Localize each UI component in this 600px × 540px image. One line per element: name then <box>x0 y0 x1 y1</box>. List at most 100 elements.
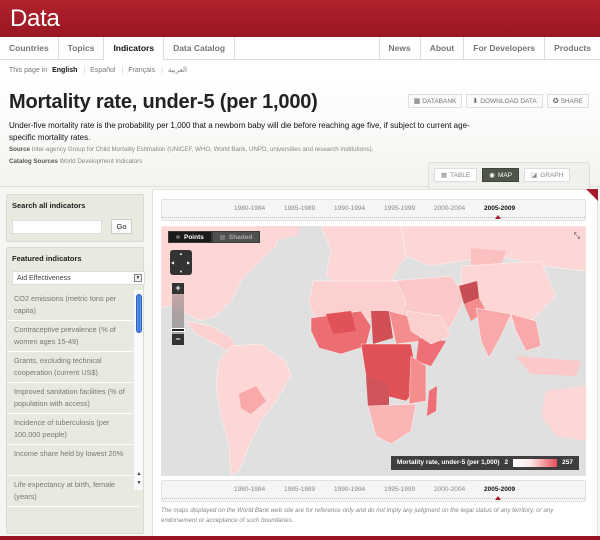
nav-products[interactable]: Products <box>544 37 600 60</box>
map-legend: Mortality rate, under-5 (per 1,000) 2 25… <box>390 456 579 470</box>
tab-table[interactable]: ▦ TABLE <box>434 168 478 182</box>
collapse-corner-button[interactable] <box>586 189 598 201</box>
timeline-marker[interactable] <box>495 215 501 219</box>
timeline-marker[interactable] <box>495 496 501 500</box>
search-title: Search all indicators <box>12 201 86 210</box>
zoom-slider[interactable] <box>171 294 185 334</box>
list-item[interactable]: CO2 emissions (metric tons per capita) <box>7 290 139 321</box>
top-banner: Data <box>0 0 600 37</box>
search-panel: Search all indicators Go <box>6 194 144 242</box>
zoom-out-button[interactable]: − <box>172 334 184 345</box>
catalog-link[interactable]: World Development Indicators <box>60 158 143 165</box>
period-1995-1999[interactable]: 1995-1999 <box>384 486 415 493</box>
pan-right-icon[interactable]: ▶ <box>187 260 190 265</box>
period-1985-1989[interactable]: 1985-1989 <box>284 205 315 212</box>
radio-dot-icon <box>176 235 180 240</box>
map-disclaimer: The maps displayed on the World Bank web… <box>161 507 554 524</box>
region-southeast-asia <box>510 313 542 352</box>
databank-button[interactable]: ▦ DATABANK <box>407 94 463 108</box>
legend-title: Mortality rate, under-5 (per 1,000) <box>396 459 500 466</box>
indicator-description: Under-five mortality rate is the probabi… <box>9 121 470 142</box>
pan-control[interactable]: ▲ ◀ ▶ ▼ <box>170 250 192 275</box>
timeline-bottom[interactable]: 1980-1984 1985-1989 1990-1994 1995-1999 … <box>161 480 586 502</box>
nav-about[interactable]: About <box>419 37 464 60</box>
list-item[interactable]: Improved sanitation facilities (% of pop… <box>7 383 139 414</box>
fullscreen-icon[interactable]: ⤡ <box>574 231 580 241</box>
zoom-control: + − <box>171 283 185 345</box>
chevron-down-icon: ▼ <box>134 274 142 282</box>
tab-graph[interactable]: ◪ GRAPH <box>524 168 571 182</box>
period-2000-2004[interactable]: 2000-2004 <box>434 205 465 212</box>
featured-title: Featured indicators <box>12 254 82 263</box>
databank-icon: ▦ <box>413 98 421 105</box>
nav-for-developers[interactable]: For Developers <box>463 37 544 60</box>
legend-max: 257 <box>562 459 573 466</box>
table-icon: ▦ <box>441 172 448 179</box>
indicator-search-input[interactable] <box>12 219 102 234</box>
page-title: Mortality rate, under-5 (per 1,000) <box>9 91 318 113</box>
nav-countries[interactable]: Countries <box>0 37 59 60</box>
source-line: Source Inter-agency Group for Child Mort… <box>9 146 374 153</box>
period-1980-1984[interactable]: 1980-1984 <box>234 486 265 493</box>
period-1990-1994[interactable]: 1990-1994 <box>334 486 365 493</box>
list-item[interactable]: Income share held by lowest 20% <box>7 445 139 476</box>
download-data-button[interactable]: ⬇ DOWNLOAD DATA <box>466 94 543 108</box>
pan-up-icon[interactable]: ▲ <box>179 251 183 256</box>
region-indonesia <box>516 356 581 376</box>
nav-indicators[interactable]: Indicators <box>104 37 165 60</box>
indicator-list: CO2 emissions (metric tons per capita) C… <box>7 290 139 507</box>
period-1990-1994[interactable]: 1990-1994 <box>334 205 365 212</box>
download-icon: ⬇ <box>472 98 479 105</box>
map-mode-toggle: Points Shaded <box>168 231 261 243</box>
tab-map[interactable]: ◉ MAP <box>482 168 520 182</box>
lang-arabic[interactable]: العربية <box>168 67 187 74</box>
scroll-thumb[interactable] <box>136 294 142 333</box>
nav-data-catalog[interactable]: Data Catalog <box>164 37 236 60</box>
region-madagascar <box>427 386 437 416</box>
period-1980-1984[interactable]: 1980-1984 <box>234 205 265 212</box>
go-button[interactable]: Go <box>111 219 132 234</box>
pan-left-icon[interactable]: ◀ <box>171 260 174 265</box>
nav-news[interactable]: News <box>378 37 420 60</box>
main-nav: Countries Topics Indicators Data Catalog… <box>0 37 600 60</box>
list-item[interactable]: Contraceptive prevalence (% of women age… <box>7 321 139 352</box>
globe-icon: ◉ <box>489 172 495 179</box>
share-button[interactable]: ✪ SHARE <box>546 94 589 108</box>
timeline-top[interactable]: 1980-1984 1985-1989 1990-1994 1995-1999 … <box>161 199 586 221</box>
scroll-up-icon[interactable]: ▲ <box>135 470 143 478</box>
list-item[interactable]: Incidence of tuberculosis (per 100,000 p… <box>7 414 139 445</box>
legend-min: 2 <box>504 459 509 466</box>
footer-bar <box>0 536 600 540</box>
zoom-slider-handle[interactable] <box>171 328 185 332</box>
period-2000-2004[interactable]: 2000-2004 <box>434 486 465 493</box>
period-1995-1999[interactable]: 1995-1999 <box>384 205 415 212</box>
map-shapes <box>161 226 586 476</box>
category-select[interactable]: Aid Effectiveness ▼ <box>12 271 145 285</box>
period-2005-2009[interactable]: 2005-2009 <box>484 205 515 212</box>
action-buttons: ▦ DATABANK ⬇ DOWNLOAD DATA ✪ SHARE <box>407 94 589 108</box>
region-chad <box>371 311 393 344</box>
period-1985-1989[interactable]: 1985-1989 <box>284 486 315 493</box>
pan-down-icon[interactable]: ▼ <box>179 269 183 274</box>
nav-topics[interactable]: Topics <box>59 37 105 60</box>
list-item[interactable]: Grants, excluding technical cooperation … <box>7 352 139 383</box>
language-bar: This page in English | Español | Français |… <box>0 60 600 82</box>
lang-francais[interactable]: Français <box>128 67 155 74</box>
lang-english[interactable]: English <box>52 67 77 74</box>
catalog-sources-line: Catalog Sources World Development Indica… <box>9 158 143 165</box>
legend-color-scale <box>513 459 558 467</box>
brand-logo[interactable]: Data <box>10 5 60 33</box>
region-india <box>475 307 512 359</box>
zoom-in-button[interactable]: + <box>172 283 184 294</box>
region-southern-africa <box>367 403 417 445</box>
graph-icon: ◪ <box>531 172 538 179</box>
square-icon <box>219 234 225 240</box>
scroll-down-icon[interactable]: ▼ <box>135 479 143 487</box>
period-2005-2009[interactable]: 2005-2009 <box>484 486 515 493</box>
mode-points-button[interactable]: Points <box>168 231 212 243</box>
list-item[interactable]: Life expectancy at birth, female (years) <box>7 476 139 507</box>
indicator-list-scrollbar[interactable]: ▲ ▼ <box>133 290 143 490</box>
world-map[interactable]: Points Shaded ▲ ◀ ▶ ▼ + − ⤡ Mortality ra… <box>161 226 586 476</box>
lang-espanol[interactable]: Español <box>90 67 115 74</box>
mode-shaded-button[interactable]: Shaded <box>211 231 261 243</box>
